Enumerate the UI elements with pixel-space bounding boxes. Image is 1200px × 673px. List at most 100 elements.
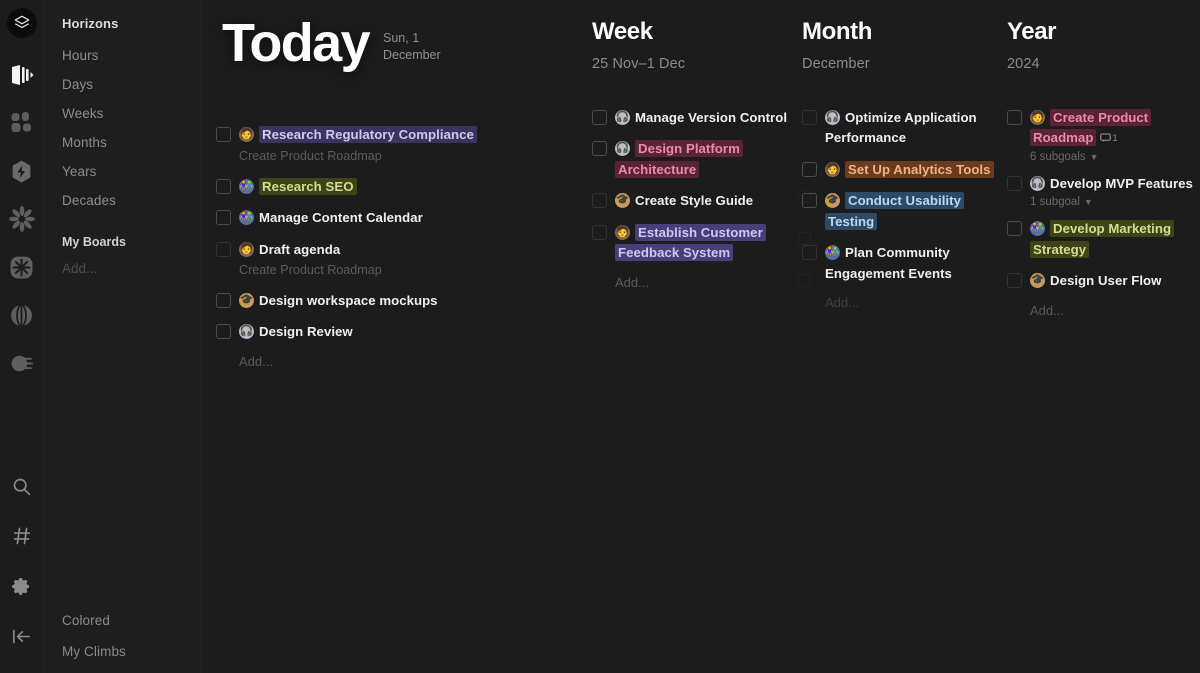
task-title[interactable]: Develop Marketing Strategy: [1030, 220, 1175, 258]
task-checkbox[interactable]: [216, 324, 231, 340]
task-title[interactable]: Draft agenda: [259, 242, 340, 257]
column-year: Year 2024 🧑 Create Product Roadmap 1 6 subg…: [1007, 0, 1200, 673]
search-icon[interactable]: [5, 469, 39, 503]
comment-badge[interactable]: 1: [1100, 133, 1117, 143]
task-title[interactable]: Create Product Roadmap: [1030, 109, 1152, 147]
task-title[interactable]: Plan Community Engagement Events: [825, 245, 952, 280]
task-body: 🧑 Create Product Roadmap 1 6 subgoals ▼: [1030, 108, 1200, 163]
task-title[interactable]: Manage Content Calendar: [259, 210, 423, 225]
sidebar-item-colored[interactable]: Colored: [44, 605, 201, 636]
sidebar-item-months[interactable]: Months: [44, 128, 201, 157]
comet-icon[interactable]: [5, 346, 39, 380]
task-title[interactable]: Research SEO: [259, 177, 357, 195]
task-parent-goal[interactable]: Create Product Roadmap: [239, 147, 477, 166]
task-checkbox[interactable]: [592, 141, 607, 157]
flower-burst-icon[interactable]: [5, 202, 39, 236]
task-checkbox[interactable]: [216, 210, 231, 226]
task-checkbox[interactable]: [216, 241, 231, 257]
people-avatar: 👫: [825, 245, 840, 261]
task-row[interactable]: 🎓 Design User Flow: [1007, 271, 1200, 291]
sidebar-item-years[interactable]: Years: [44, 157, 201, 186]
task-checkbox[interactable]: [592, 110, 607, 125]
task-title-line: 🎓 Design workspace mockups: [239, 292, 438, 309]
task-checkbox[interactable]: [1007, 110, 1022, 125]
today-header: Today Sun, 1 December: [216, 16, 592, 70]
hexagon-bolt-icon[interactable]: [5, 154, 39, 188]
sidebar-item-hours[interactable]: Hours: [44, 41, 201, 70]
task-title[interactable]: Set Up Analytics Tools: [845, 160, 994, 178]
sidebar-item-weeks[interactable]: Weeks: [44, 99, 201, 128]
task-row[interactable]: 🧑 Create Product Roadmap 1 6 subgoals ▼: [1007, 108, 1200, 163]
task-title[interactable]: Design Platform Architecture: [615, 140, 743, 178]
task-row[interactable]: 🧑 Set Up Analytics Tools: [802, 160, 1007, 180]
task-row[interactable]: 👫 Develop Marketing Strategy: [1007, 219, 1200, 260]
task-checkbox[interactable]: [216, 178, 231, 194]
task-checkbox[interactable]: [592, 193, 607, 209]
task-row[interactable]: 🧑 Draft agenda Create Product Roadmap: [216, 240, 592, 280]
week-add-task[interactable]: Add...: [592, 275, 802, 290]
column-week: Week 25 Nov–1 Dec 🎧 Manage Version Contro…: [592, 0, 802, 673]
task-checkbox[interactable]: [592, 224, 607, 240]
task-row[interactable]: 🎓 Create Style Guide: [592, 191, 802, 211]
collapse-sidebar-icon[interactable]: [5, 619, 39, 653]
year-add-task[interactable]: Add...: [1007, 303, 1200, 318]
task-title[interactable]: Design Review: [259, 324, 353, 339]
task-row[interactable]: 🎧 Develop MVP Features 1 subgoal ▼: [1007, 174, 1200, 208]
sidebar-add-board[interactable]: Add...: [44, 255, 201, 282]
task-checkbox[interactable]: [802, 110, 817, 125]
task-checkbox[interactable]: [1007, 221, 1022, 237]
task-title-line: 🎧 Manage Version Control: [615, 109, 787, 126]
task-row[interactable]: 🎧 Optimize Application Performance: [802, 108, 1007, 149]
week-task-list: 🎧 Manage Version Control 🎧 Design Platform …: [592, 108, 802, 264]
task-title[interactable]: Manage Version Control: [635, 110, 787, 125]
task-checkbox[interactable]: [1007, 175, 1022, 191]
task-title[interactable]: Develop MVP Features: [1050, 176, 1193, 191]
task-row[interactable]: 👫 Research SEO: [216, 177, 592, 197]
hash-icon[interactable]: [5, 519, 39, 553]
task-checkbox[interactable]: [802, 193, 817, 209]
task-checkbox[interactable]: [216, 292, 231, 308]
task-title[interactable]: Establish Customer Feedback System: [615, 223, 766, 262]
task-row[interactable]: 🧑 Research Regulatory Compliance Create Pr…: [216, 125, 592, 165]
subgoal-toggle[interactable]: 6 subgoals ▼: [1030, 151, 1200, 163]
task-row[interactable]: 👫 Plan Community Engagement Events: [802, 243, 1007, 284]
globe-lines-icon[interactable]: [5, 298, 39, 332]
layers-logo-icon[interactable]: [6, 8, 37, 38]
task-checkbox[interactable]: [216, 127, 231, 143]
book-open-icon[interactable]: [5, 58, 39, 92]
task-row[interactable]: 🎧 Design Platform Architecture: [592, 139, 802, 180]
task-parent-goal[interactable]: Create Product Roadmap: [239, 261, 382, 280]
task-title[interactable]: Create Style Guide: [635, 193, 753, 208]
sidebar: Horizons Hours Days Weeks Months Years D…: [44, 0, 202, 673]
sidebar-item-my-climbs[interactable]: My Climbs: [44, 636, 201, 667]
sidebar-item-days[interactable]: Days: [44, 70, 201, 99]
chevron-down-icon[interactable]: ▼: [1090, 152, 1099, 162]
task-row[interactable]: 🎓 Design workspace mockups: [216, 291, 592, 311]
month-add-task[interactable]: Add...: [802, 295, 1007, 310]
task-checkbox[interactable]: [802, 161, 817, 177]
year-title: Year: [1007, 18, 1057, 45]
task-row[interactable]: 👫 Manage Content Calendar: [216, 208, 592, 228]
task-title[interactable]: Conduct Usability Testing: [825, 192, 964, 230]
subgoal-toggle[interactable]: 1 subgoal ▼: [1030, 196, 1193, 208]
task-checkbox[interactable]: [802, 245, 817, 261]
task-body: 👫 Manage Content Calendar: [239, 208, 423, 228]
task-title[interactable]: Design workspace mockups: [259, 293, 438, 308]
task-row[interactable]: 🧑 Establish Customer Feedback System: [592, 223, 802, 264]
gear-icon[interactable]: [5, 569, 39, 603]
task-title[interactable]: Design User Flow: [1050, 273, 1161, 288]
task-row[interactable]: 🎧 Manage Version Control: [592, 108, 802, 128]
month-header: Month December: [802, 18, 1007, 72]
today-task-list: 🧑 Research Regulatory Compliance Create Pr…: [216, 125, 592, 343]
task-row[interactable]: 🎓 Conduct Usability Testing: [802, 191, 1007, 232]
task-row[interactable]: 🎧 Design Review: [216, 322, 592, 342]
task-title[interactable]: Optimize Application Performance: [825, 110, 977, 145]
week-title: Week: [592, 18, 653, 45]
task-title[interactable]: Research Regulatory Compliance: [259, 126, 477, 144]
chevron-down-icon[interactable]: ▼: [1084, 197, 1093, 207]
today-add-task[interactable]: Add...: [216, 354, 592, 369]
star-square-icon[interactable]: [5, 250, 39, 284]
sidebar-item-decades[interactable]: Decades: [44, 186, 201, 215]
petals-grid-icon[interactable]: [5, 106, 39, 140]
task-checkbox[interactable]: [1007, 273, 1022, 289]
